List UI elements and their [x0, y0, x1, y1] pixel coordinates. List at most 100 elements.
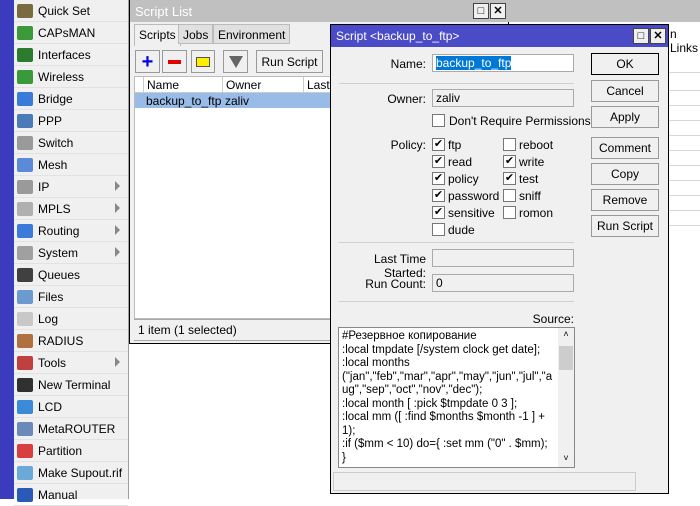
sidebar-item-wireless[interactable]: Wireless — [14, 66, 128, 88]
dont-require-checkbox[interactable] — [432, 114, 445, 127]
log-icon — [17, 311, 33, 326]
scrollbar[interactable]: ˄ ˅ — [558, 328, 574, 467]
comment-button[interactable] — [191, 50, 215, 73]
apply-button[interactable]: Apply — [591, 106, 659, 128]
sidebar-item-ip[interactable]: IP — [14, 176, 128, 198]
run-script-toolbar-button[interactable]: Run Script — [256, 50, 323, 73]
add-button[interactable]: + — [135, 50, 160, 73]
policy-sniff-checkbox[interactable] — [503, 189, 516, 202]
sidebar-item-queues[interactable]: Queues — [14, 264, 128, 286]
policy-write-checkbox[interactable]: ✔ — [503, 155, 516, 168]
submenu-arrow-icon — [115, 225, 120, 235]
sidebar-item-make-supout-rif[interactable]: Make Supout.rif — [14, 462, 128, 484]
column-name[interactable]: Name — [144, 77, 223, 93]
ok-button[interactable]: OK — [591, 53, 659, 75]
run-count-label: Run Count: — [365, 277, 426, 291]
sidebar-item-capsman[interactable]: CAPsMAN — [14, 22, 128, 44]
remove-button[interactable]: Remove — [591, 189, 659, 211]
close-button[interactable]: ✕ — [490, 3, 506, 19]
sidebar-item-routing[interactable]: Routing — [14, 220, 128, 242]
sidebar-item-new-terminal[interactable]: New Terminal — [14, 374, 128, 396]
sidebar-item-radius[interactable]: RADIUS — [14, 330, 128, 352]
copy-button[interactable]: Copy — [591, 163, 659, 185]
sidebar-item-label: Queues — [38, 267, 81, 282]
policy-test-label: test — [519, 172, 539, 186]
run-count-input[interactable]: 0 — [432, 274, 574, 292]
sidebar-item-lcd[interactable]: LCD — [14, 396, 128, 418]
policy-password-label: password — [448, 189, 500, 203]
tab-environment[interactable]: Environment — [213, 24, 291, 44]
close-button[interactable]: ✕ — [650, 28, 666, 44]
policy-policy-checkbox[interactable]: ✔ — [432, 172, 445, 185]
remove-button[interactable] — [162, 50, 187, 73]
sidebar-item-label: Wireless — [38, 69, 85, 84]
source-textarea[interactable]: #Резервное копирование :local tmpdate [/… — [338, 327, 575, 468]
sidebar-item-files[interactable]: Files — [14, 286, 128, 308]
table-row[interactable]: backup_to_ftp zaliv — [135, 93, 333, 108]
sidebar-item-system[interactable]: System — [14, 242, 128, 264]
policy-reboot-checkbox[interactable] — [503, 138, 516, 151]
policy-ftp-label: ftp — [448, 138, 462, 152]
dont-require-label: Don't Require Permissions — [449, 114, 591, 128]
tab-scripts[interactable]: Scripts — [134, 24, 181, 46]
policy-sensitive-checkbox[interactable]: ✔ — [432, 206, 445, 219]
sidebar-item-switch[interactable]: Switch — [14, 132, 128, 154]
sidebar-item-partition[interactable]: Partition — [14, 440, 128, 462]
sidebar-item-mesh[interactable]: Mesh — [14, 154, 128, 176]
owner-input[interactable]: zaliv — [432, 89, 574, 107]
owner-label: Owner: — [387, 92, 426, 106]
sidebar-item-label: RADIUS — [38, 333, 84, 348]
name-label: Name: — [390, 57, 426, 71]
ppp-icon — [17, 113, 33, 128]
sidebar-item-log[interactable]: Log — [14, 308, 128, 330]
dialog-title: Script <backup_to_ftp> — [331, 25, 668, 47]
policy-sniff-label: sniff — [519, 189, 541, 203]
maximize-button[interactable]: □ — [473, 3, 489, 19]
policy-dude-checkbox[interactable] — [432, 223, 445, 236]
note-icon — [196, 56, 210, 67]
sidebar-item-quick-set[interactable]: Quick Set — [14, 0, 128, 22]
cancel-button[interactable]: Cancel — [591, 80, 659, 102]
policy-read-checkbox[interactable]: ✔ — [432, 155, 445, 168]
sidebar-item-manual[interactable]: Manual — [14, 484, 128, 506]
comment-button[interactable]: Comment — [591, 137, 659, 159]
filter-button[interactable] — [223, 50, 248, 73]
sidebar-item-ppp[interactable]: PPP — [14, 110, 128, 132]
sidebar-item-label: LCD — [38, 399, 63, 414]
sidebar-item-label: Partition — [38, 443, 83, 458]
maximize-button[interactable]: □ — [633, 28, 649, 44]
sidebar-item-metarouter[interactable]: MetaROUTER — [14, 418, 128, 440]
policy-test-checkbox[interactable]: ✔ — [503, 172, 516, 185]
policy-ftp-checkbox[interactable]: ✔ — [432, 138, 445, 151]
terminal-icon — [17, 377, 33, 392]
scrollbar-thumb[interactable] — [559, 346, 573, 370]
sidebar-item-label: Manual — [38, 487, 78, 502]
row-name: backup_to_ftp — [146, 94, 222, 108]
mesh-icon — [17, 157, 33, 172]
scripts-table: Name Owner Last backup_to_ftp zaliv — [134, 76, 334, 319]
row-owner: zaliv — [225, 94, 250, 108]
policy-romon-label: romon — [519, 206, 554, 220]
users-icon — [17, 333, 33, 348]
tools-icon — [17, 355, 33, 370]
switch-icon — [17, 135, 33, 150]
last-started-input[interactable] — [432, 249, 574, 267]
policy-romon-checkbox[interactable] — [503, 206, 516, 219]
sidebar-item-mpls[interactable]: MPLS — [14, 198, 128, 220]
sidebar-item-label: Tools — [38, 355, 67, 370]
run-script-button[interactable]: Run Script — [591, 215, 659, 237]
sidebar-item-tools[interactable]: Tools — [14, 352, 128, 374]
column-owner[interactable]: Owner — [223, 77, 304, 93]
tab-jobs[interactable]: Jobs — [178, 24, 214, 44]
name-input[interactable]: backup_to_ftp — [432, 54, 574, 72]
sidebar-item-label: PPP — [38, 113, 63, 128]
sidebar-item-bridge[interactable]: Bridge — [14, 88, 128, 110]
dialog-status-bar — [333, 472, 636, 491]
sidebar-item-label: Files — [38, 289, 64, 304]
sidebar-item-interfaces[interactable]: Interfaces — [14, 44, 128, 66]
policy-sensitive-label: sensitive — [448, 206, 495, 220]
sidebar-item-label: Interfaces — [38, 47, 91, 62]
bridge-icon — [17, 91, 33, 106]
policy-read-label: read — [448, 155, 473, 169]
policy-password-checkbox[interactable]: ✔ — [432, 189, 445, 202]
